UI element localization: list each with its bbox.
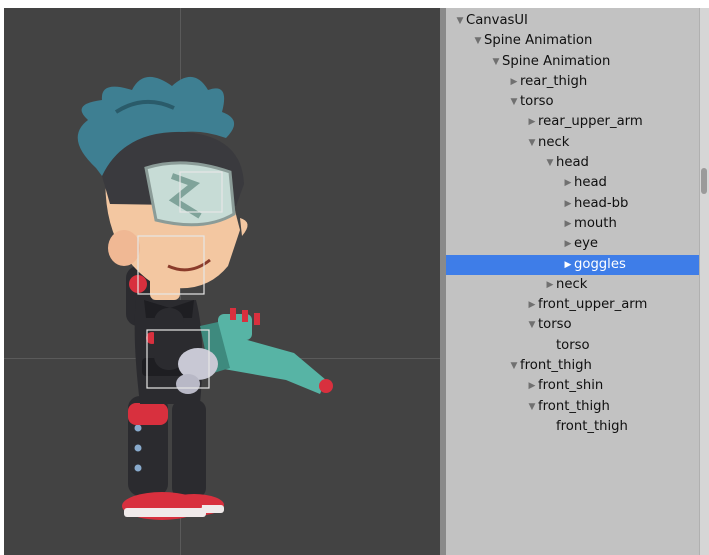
hierarchy-item-label: rear_upper_arm (538, 114, 643, 130)
hierarchy-item-label: Spine Animation (502, 53, 611, 69)
hierarchy-tree: ▼ CanvasUI ▼ Spine Animation ▼ Spine Animatio… (446, 11, 709, 437)
hierarchy-item[interactable]: ▼ CanvasUI (446, 11, 709, 31)
hierarchy-scrollbar[interactable] (699, 8, 709, 555)
triangle-down-icon[interactable]: ▼ (508, 92, 520, 112)
hierarchy-item[interactable]: ▶ rear_upper_arm (446, 112, 709, 132)
triangle-down-icon[interactable]: ▼ (490, 52, 502, 72)
hierarchy-item[interactable]: ▶ head-bb (446, 194, 709, 214)
triangle-right-icon[interactable]: ▶ (562, 214, 574, 234)
triangle-right-icon[interactable]: ▶ (562, 173, 574, 193)
hierarchy-item-label: front_thigh (538, 398, 610, 414)
triangle-right-icon[interactable]: ▶ (562, 255, 574, 275)
hierarchy-item[interactable]: ▶ front_shin (446, 376, 709, 396)
hierarchy-item-label: neck (538, 134, 570, 150)
hierarchy-item-label: neck (556, 276, 588, 292)
hierarchy-item-label: front_thigh (556, 418, 628, 434)
triangle-right-icon[interactable]: ▶ (562, 234, 574, 254)
triangle-down-icon[interactable]: ▼ (454, 11, 466, 31)
hierarchy-item[interactable]: ▶ front_upper_arm (446, 295, 709, 315)
hierarchy-item[interactable]: ▶ neck (446, 275, 709, 295)
hierarchy-item[interactable]: front_thigh (446, 417, 709, 437)
hierarchy-item-label: torso (556, 337, 590, 353)
hierarchy-item[interactable]: ▼ head (446, 153, 709, 173)
hierarchy-item[interactable]: ▼ front_thigh (446, 356, 709, 376)
triangle-down-icon[interactable]: ▼ (526, 315, 538, 335)
hierarchy-item[interactable]: ▶ head (446, 173, 709, 193)
hierarchy-item[interactable]: ▼ torso (446, 315, 709, 335)
hierarchy-item[interactable]: ▼ front_thigh (446, 397, 709, 417)
hierarchy-item-label: CanvasUI (466, 13, 528, 28)
hierarchy-item[interactable]: ▼ neck (446, 133, 709, 153)
triangle-down-icon[interactable]: ▼ (472, 31, 484, 51)
triangle-right-icon[interactable]: ▶ (508, 72, 520, 92)
hierarchy-item-label: front_thigh (520, 358, 592, 374)
triangle-right-icon[interactable]: ▶ (526, 376, 538, 396)
hierarchy-item-label: goggles (574, 256, 626, 272)
hierarchy-panel[interactable]: ▼ CanvasUI ▼ Spine Animation ▼ Spine Animatio… (440, 8, 709, 555)
hierarchy-item-label: mouth (574, 215, 617, 231)
hierarchy-item-label: head-bb (574, 195, 629, 211)
triangle-right-icon[interactable]: ▶ (562, 194, 574, 214)
hierarchy-item-label: rear_thigh (520, 73, 588, 89)
spine-character[interactable] (4, 8, 440, 555)
triangle-right-icon[interactable]: ▶ (526, 295, 538, 315)
hierarchy-item[interactable]: ▶ eye (446, 234, 709, 254)
hierarchy-item[interactable]: ▼ torso (446, 92, 709, 112)
hierarchy-item-label: torso (520, 94, 554, 110)
hierarchy-item-label: Spine Animation (484, 33, 593, 49)
hierarchy-scroll-thumb[interactable] (701, 168, 707, 194)
triangle-down-icon[interactable]: ▼ (508, 356, 520, 376)
hierarchy-item[interactable]: ▶ rear_thigh (446, 72, 709, 92)
triangle-down-icon[interactable]: ▼ (544, 153, 556, 173)
triangle-down-icon[interactable]: ▼ (526, 133, 538, 153)
triangle-right-icon[interactable]: ▶ (544, 275, 556, 295)
head (102, 132, 248, 289)
hierarchy-item[interactable]: torso (446, 336, 709, 356)
gun (200, 308, 333, 394)
hierarchy-item[interactable]: ▶ mouth (446, 214, 709, 234)
hierarchy-item[interactable]: ▼ Spine Animation (446, 52, 709, 72)
hierarchy-item-label: front_upper_arm (538, 297, 648, 313)
hierarchy-item-label: eye (574, 236, 599, 252)
hierarchy-item-label: torso (538, 317, 572, 333)
triangle-right-icon[interactable]: ▶ (526, 112, 538, 132)
hierarchy-item[interactable]: ▶ goggles (446, 254, 709, 275)
hierarchy-item-label: head (574, 175, 607, 191)
scene-viewport[interactable] (4, 8, 440, 555)
hierarchy-item-label: head (556, 155, 589, 171)
triangle-down-icon[interactable]: ▼ (526, 397, 538, 417)
hierarchy-item-label: front_shin (538, 378, 604, 394)
hierarchy-item[interactable]: ▼ Spine Animation (446, 31, 709, 51)
